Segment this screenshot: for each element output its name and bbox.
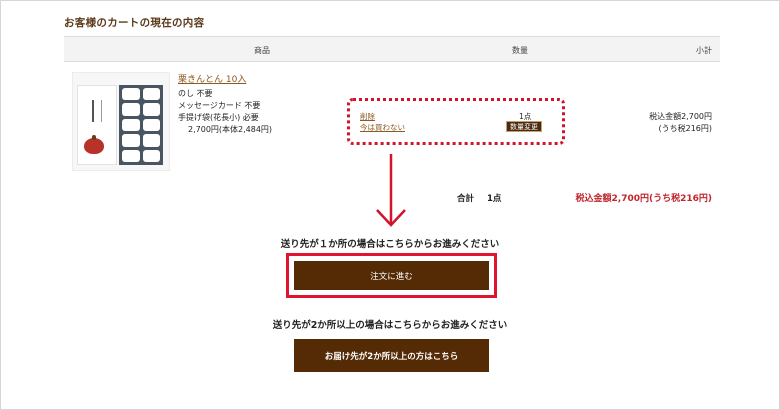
product-image — [72, 72, 170, 171]
header-product: 商品 — [254, 46, 270, 55]
option-gift-bag: 手提げ袋(花長小) 必要 — [178, 113, 259, 122]
section-title: お客様のカートの現在の内容 — [64, 17, 205, 29]
option-noshi: のし 不要 — [178, 89, 213, 98]
package-label — [92, 100, 102, 122]
cart-table-header: 商品 数量 小計 — [64, 36, 720, 62]
change-quantity-button[interactable]: 数量変更 — [506, 121, 542, 132]
row-subtotal-amount: 税込金額2,700円 — [649, 112, 712, 121]
option-message-card: メッセージカード 不要 — [178, 101, 261, 110]
product-name-link[interactable]: 栗きんとん 10入 — [178, 72, 246, 85]
chestnut-icon — [84, 135, 104, 154]
quantity-controls-highlight: 削除 今は買わない 1点 数量変更 — [347, 98, 565, 145]
order-button-highlight: 注文に進む — [286, 253, 497, 298]
package-tray — [119, 85, 163, 165]
proceed-to-order-button[interactable]: 注文に進む — [294, 261, 489, 290]
multi-destination-guide: 送り先が2か所以上の場合はこちらからお進みください — [272, 320, 508, 331]
arrow-down-icon — [376, 154, 406, 227]
row-subtotal-tax: (うち税216円) — [658, 124, 712, 133]
multiple-destinations-button[interactable]: お届け先が2か所以上の方はこちら — [294, 339, 489, 372]
header-quantity: 数量 — [512, 46, 528, 55]
single-destination-guide: 送り先が１か所の場合はこちらからお進みください — [280, 239, 500, 250]
total-label: 合計 — [457, 194, 475, 204]
package-sleeve — [77, 85, 117, 165]
delete-link[interactable]: 削除 — [360, 111, 375, 122]
save-for-later-link[interactable]: 今は買わない — [360, 122, 405, 133]
header-subtotal: 小計 — [696, 46, 712, 55]
total-amount: 税込金額2,700円(うち税216円) — [575, 194, 712, 204]
unit-price: 2,700円(本体2,484円) — [188, 125, 273, 134]
row-subtotal: 税込金額2,700円 (うち税216円) — [649, 111, 712, 135]
total-count: 1点 — [487, 194, 502, 204]
